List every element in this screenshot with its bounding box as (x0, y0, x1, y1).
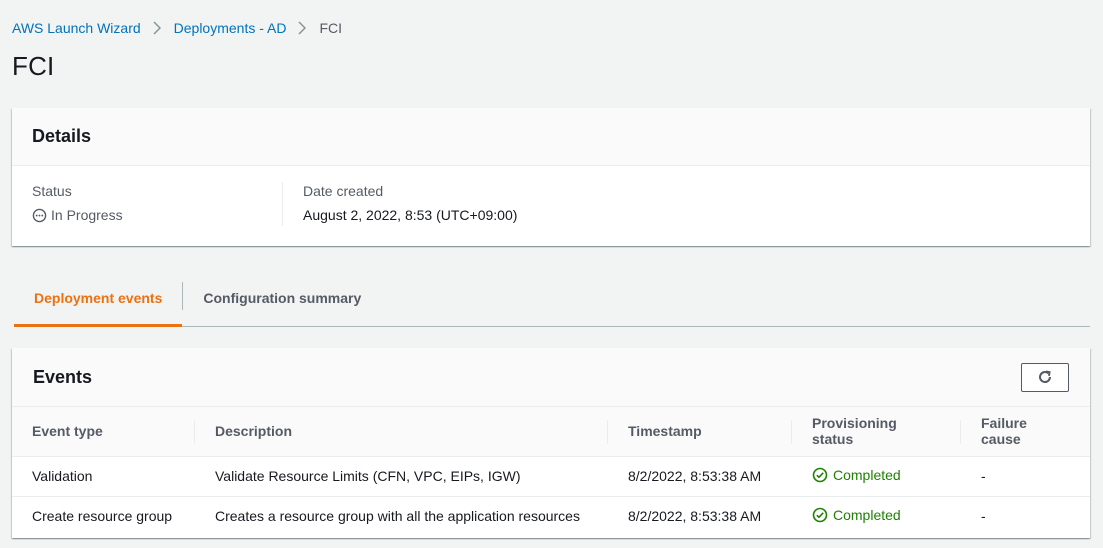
cell-description: Validate Resource Limits (CFN, VPC, EIPs… (195, 456, 608, 497)
tab-configuration-summary[interactable]: Configuration summary (183, 270, 381, 326)
status-column: Status In Progress (12, 182, 283, 226)
date-label: Date created (303, 183, 384, 199)
cell-timestamp: 8/2/2022, 8:53:38 AM (608, 456, 792, 497)
table-row: Create resource group Creates a resource… (12, 496, 1090, 536)
column-header-event-type[interactable]: Event type (12, 407, 195, 457)
refresh-icon (1037, 369, 1053, 385)
date-value: August 2, 2022, 8:53 (UTC+09:00) (303, 207, 518, 223)
details-panel: Details Status In Progress Date created … (12, 108, 1090, 246)
chevron-right-icon (298, 21, 307, 35)
breadcrumb-current: FCI (319, 20, 343, 36)
tab-deployment-events[interactable]: Deployment events (14, 270, 183, 327)
breadcrumb-link-launch-wizard[interactable]: AWS Launch Wizard (12, 20, 141, 36)
in-progress-icon (32, 208, 51, 223)
status-value: In Progress (32, 205, 282, 225)
status-text: Completed (833, 466, 901, 483)
check-circle-icon (812, 467, 833, 483)
cell-provisioning-status: Completed (792, 496, 961, 536)
column-header-timestamp[interactable]: Timestamp (608, 407, 792, 457)
tab-bar: Deployment events Configuration summary (14, 270, 1090, 327)
chevron-right-icon (153, 21, 161, 35)
table-row: Validation Validate Resource Limits (CFN… (12, 456, 1090, 497)
status-label: Status (32, 183, 72, 199)
status-text: In Progress (51, 207, 123, 223)
status-completed: Completed (812, 507, 901, 523)
table-header-row: Event type Description Timestamp Provisi… (12, 407, 1090, 457)
events-title: Events (33, 366, 93, 387)
check-circle-icon (812, 507, 833, 523)
refresh-button[interactable] (1021, 362, 1069, 392)
cell-event-type: Validation (12, 456, 195, 497)
events-panel: Events Event type Description Timestamp … (12, 348, 1090, 538)
column-header-description[interactable]: Description (195, 407, 608, 457)
cell-failure-cause: - (981, 508, 986, 525)
status-completed: Completed (812, 467, 901, 483)
page-title: FCI (12, 51, 55, 81)
details-header: Details (12, 108, 1090, 166)
events-header: Events (12, 348, 1090, 407)
breadcrumb: AWS Launch Wizard Deployments - AD FCI (12, 18, 342, 38)
events-table: Event type Description Timestamp Provisi… (12, 407, 1090, 536)
cell-timestamp: 8/2/2022, 8:53:38 AM (628, 508, 762, 525)
status-text: Completed (833, 506, 901, 523)
column-header-failure-cause[interactable]: Failure cause (961, 407, 1090, 457)
details-title: Details (32, 126, 92, 146)
cell-failure-cause: - (961, 456, 1090, 497)
breadcrumb-link-deployments[interactable]: Deployments - AD (174, 20, 287, 36)
date-column: Date created August 2, 2022, 8:53 (UTC+0… (283, 182, 517, 226)
cell-description: Creates a resource group with all the ap… (215, 508, 580, 525)
column-header-provisioning-status[interactable]: Provisioning status (792, 407, 961, 457)
cell-event-type: Create resource group (32, 508, 173, 525)
cell-provisioning-status: Completed (792, 456, 961, 497)
details-body: Status In Progress Date created August 2… (12, 166, 1090, 226)
